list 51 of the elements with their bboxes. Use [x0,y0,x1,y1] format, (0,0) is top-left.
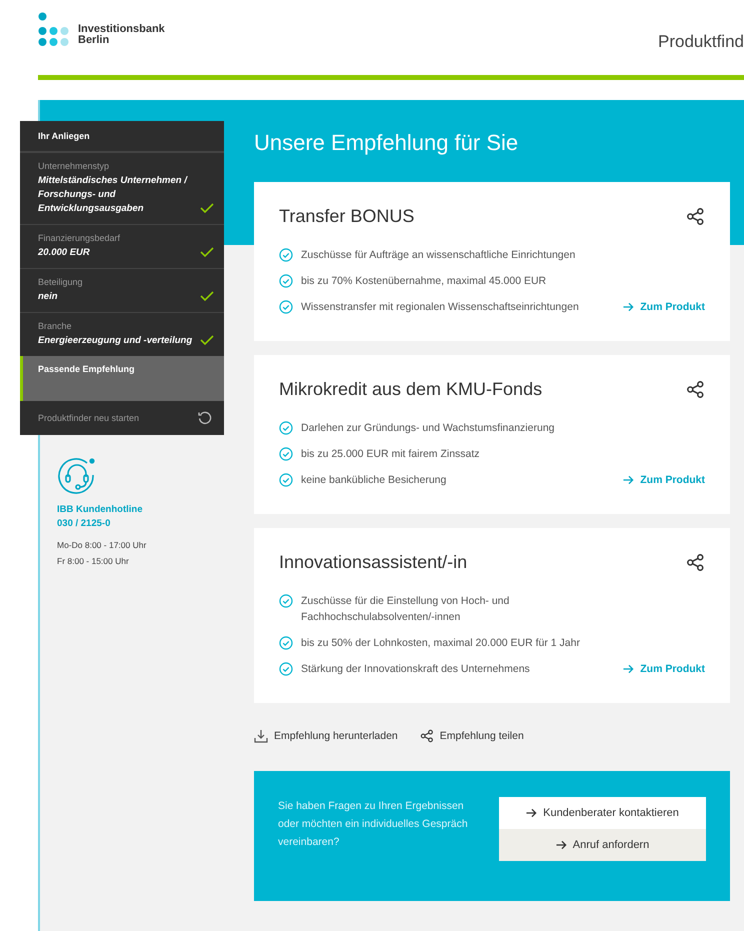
headset-icon [57,455,97,495]
download-icon [254,729,268,743]
check-circle-icon [279,274,293,288]
panel-heading: Ihr Anliegen [20,121,224,152]
check-circle-icon [279,662,293,676]
product-feature: bis zu 50% der Lohnkosten, maximal 20.000 EUR für 1 Jahr [301,636,580,651]
check-circle-icon [279,447,293,461]
opening-hours: Fr 8:00 - 15:00 Uhr [57,555,130,568]
product-title: Innovationsassistent/-in [279,552,468,573]
check-circle-icon [279,473,293,487]
step-item[interactable]: Passende Empfehlung [20,356,224,401]
recommendation-title: Unsere Empfehlung für Sie [254,130,520,156]
share-icon[interactable] [420,729,434,743]
arrow-icon [623,664,634,674]
share-icon[interactable] [686,380,705,399]
step-item[interactable]: Finanzierungsbedarf 20.000 EUR [20,224,224,268]
product-feature: bis zu 70% Kostenübernahme, maximal 45.000 EUR [301,274,546,289]
reset-icon [198,411,212,425]
contact-button[interactable]: Kundenberater kontaktieren [499,797,706,829]
product-feature: Zuschüsse für die Einstellung von Hoch- und Fachhochschulabsolventen/-innen [301,594,510,625]
check-circle-icon [279,248,293,262]
product-title: Transfer BONUS [279,206,414,227]
logo-text: Berlin [78,35,110,46]
product-feature: keine bankübliche Besicherung [301,473,446,488]
product-feature: Zuschüsse für Aufträge an wissenschaftliche Einrichtungen [301,248,576,263]
arrow-icon [526,808,538,818]
check-circle-icon [279,421,293,435]
product-feature: Wissenstransfer mit regionalen Wissenschaftseinrichtungen [301,300,579,315]
download-link[interactable]: Empfehlung herunterladen [254,729,398,743]
share-link[interactable]: Empfehlung teilen [420,729,524,743]
hotline-title: IBB Kundenhotline [57,503,144,517]
product-feature: Darlehen zur Gründungs- und Wachstumsfinanzierung [301,421,554,436]
share-icon[interactable] [686,207,705,226]
contact-text: Sie haben Fragen zu Ihren Ergebnissen oder möchten ein individuelles Gespräch vereinbaren? [278,799,469,850]
contact-button[interactable]: Anruf anfordern [499,829,706,861]
step-item[interactable]: Unternehmenstyp Mittelständisches Unternehmen / Forschungs- und Entwicklungsausgaben [20,152,224,224]
opening-hours: Mo-Do 8:00 - 17:00 Uhr [57,539,148,552]
restart-button[interactable]: Produktfinder neu starten [20,401,224,435]
check-circle-icon [279,594,293,608]
step-item[interactable]: Beteiligung nein [20,268,224,312]
product-feature: Stärkung der Innovationskraft des Unternehmens [301,662,530,677]
arrow-icon [623,302,634,312]
arrow-icon [556,840,567,850]
page-title: Produktfind [658,32,744,52]
arrow-icon [623,475,634,485]
check-circle-icon [279,636,293,650]
check-circle-icon [279,300,293,314]
logo-text: Investitionsbank [78,24,165,35]
product-feature: bis zu 25.000 EUR mit fairem Zinssatz [301,447,480,462]
share-icon[interactable] [686,553,705,572]
product-title: Mikrokredit aus dem KMU-Fonds [279,379,542,400]
